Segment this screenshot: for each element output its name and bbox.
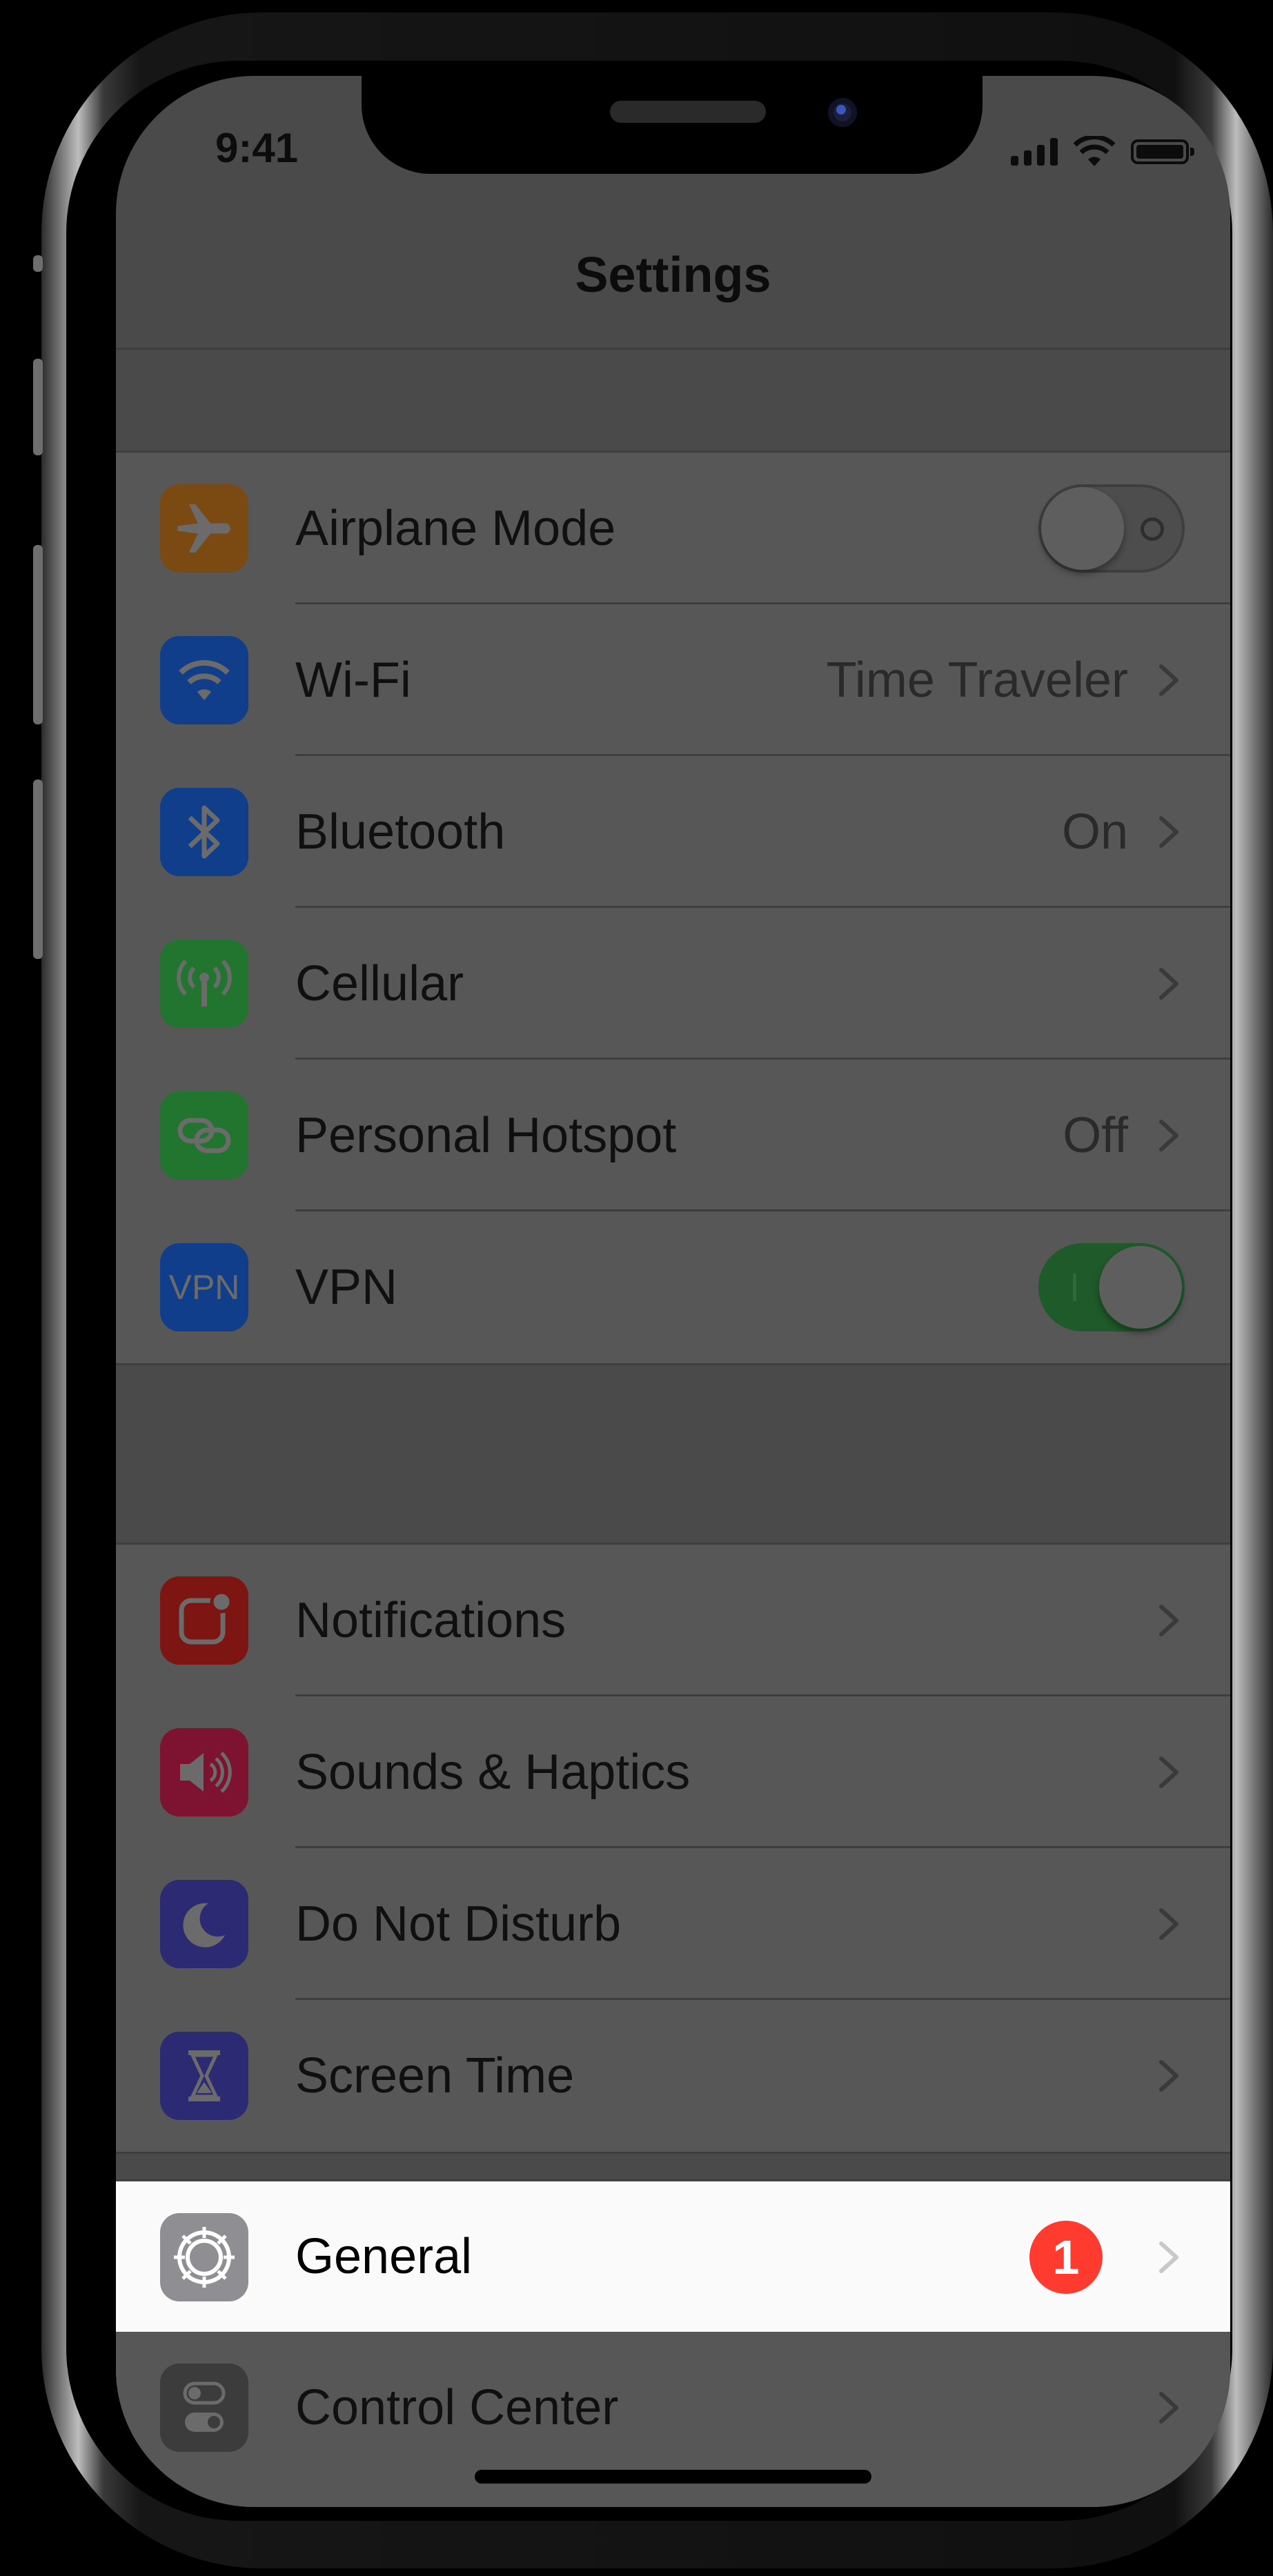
phone-screen: 9:41 Settings Airplane Mode Wi-Fi Time T…: [116, 76, 1230, 2507]
earpiece-speaker: [610, 101, 766, 123]
update-badge: 1: [1029, 2221, 1103, 2294]
row-label: Notifications: [295, 1593, 566, 1648]
row-label: Do Not Disturb: [295, 1896, 622, 1952]
row-label: Screen Time: [295, 2048, 575, 2103]
vpn-toggle[interactable]: [1038, 1243, 1185, 1331]
airplane-mode-toggle[interactable]: [1038, 484, 1185, 573]
chevron-right-icon: [1159, 664, 1178, 696]
battery-icon: [1131, 139, 1194, 164]
settings-group-connectivity: Airplane Mode Wi-Fi Time Traveler Blueto…: [116, 450, 1230, 1365]
gear-icon: [160, 2213, 248, 2301]
cellular-signal-icon: [1011, 138, 1058, 166]
cellular-antenna-icon: [160, 940, 248, 1028]
wifi-status-icon: [1073, 136, 1116, 166]
row-personal-hotspot[interactable]: Personal Hotspot Off: [116, 1060, 1230, 1211]
page-title: Settings: [575, 248, 771, 303]
row-value: On: [1061, 804, 1128, 860]
row-value: Off: [1063, 1108, 1128, 1163]
home-indicator[interactable]: [475, 2470, 871, 2484]
front-camera: [828, 98, 857, 127]
chevron-right-icon: [1159, 2392, 1178, 2424]
row-do-not-disturb[interactable]: Do Not Disturb: [116, 1848, 1230, 2000]
wifi-icon: [160, 636, 248, 724]
row-general[interactable]: General 1: [116, 2181, 1230, 2332]
airplane-icon: [160, 484, 248, 573]
row-label: Wi-Fi: [295, 653, 411, 708]
row-screen-time[interactable]: Screen Time: [116, 2000, 1230, 2152]
row-label: Bluetooth: [295, 804, 506, 860]
row-sounds-haptics[interactable]: Sounds & Haptics: [116, 1696, 1230, 1848]
row-cellular[interactable]: Cellular: [116, 908, 1230, 1060]
row-wifi[interactable]: Wi-Fi Time Traveler: [116, 604, 1230, 756]
row-control-center[interactable]: Control Center: [116, 2332, 1230, 2484]
control-center-icon: [160, 2364, 248, 2452]
row-label: Sounds & Haptics: [295, 1745, 691, 1800]
chevron-right-icon: [1159, 816, 1178, 848]
moon-icon: [160, 1880, 248, 1968]
notch: [362, 76, 983, 174]
chevron-right-icon: [1159, 1605, 1178, 1636]
row-label: Airplane Mode: [295, 501, 616, 556]
row-label: General: [295, 2229, 473, 2284]
speaker-icon: [160, 1728, 248, 1816]
mute-switch: [33, 359, 43, 455]
row-value: Time Traveler: [826, 653, 1128, 708]
chevron-right-icon: [1159, 2060, 1178, 2092]
row-label: Cellular: [295, 956, 464, 1011]
hotspot-link-icon: [160, 1091, 248, 1180]
chevron-right-icon: [1159, 968, 1178, 1000]
row-label: Personal Hotspot: [295, 1108, 677, 1163]
bluetooth-icon: [160, 788, 248, 876]
status-icons: [1011, 131, 1194, 172]
settings-group-notifications: Notifications Sounds & Haptics Do Not Di…: [116, 1543, 1230, 2154]
notifications-icon: [160, 1576, 248, 1665]
row-notifications[interactable]: Notifications: [116, 1545, 1230, 1696]
row-bluetooth[interactable]: Bluetooth On: [116, 756, 1230, 908]
volume-up-button: [33, 545, 43, 724]
chevron-right-icon: [1159, 2241, 1178, 2273]
row-vpn[interactable]: VPN VPN: [116, 1211, 1230, 1363]
chevron-right-icon: [1159, 1756, 1178, 1788]
volume-down-button: [33, 780, 43, 959]
status-time: 9:41: [215, 125, 299, 171]
row-airplane-mode[interactable]: Airplane Mode: [116, 453, 1230, 604]
vpn-icon: VPN: [160, 1243, 248, 1331]
hourglass-icon: [160, 2032, 248, 2120]
row-label: Control Center: [295, 2380, 619, 2435]
row-label: VPN: [295, 1260, 398, 1315]
chevron-right-icon: [1159, 1908, 1178, 1940]
side-button: [33, 255, 43, 272]
chevron-right-icon: [1159, 1120, 1178, 1151]
nav-divider: [116, 348, 1230, 350]
